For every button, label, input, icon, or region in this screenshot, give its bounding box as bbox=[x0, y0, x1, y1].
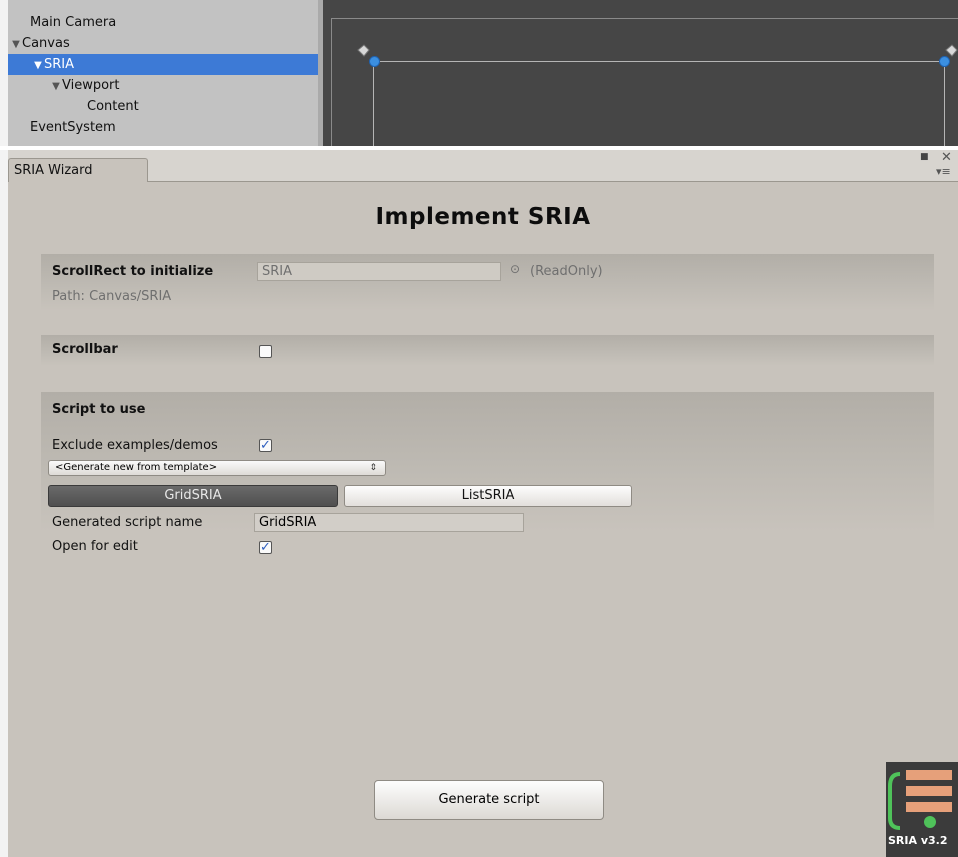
logo-icon bbox=[888, 770, 952, 830]
exclude-examples-checkbox[interactable]: ✓ bbox=[259, 439, 272, 452]
hierarchy-item-label: Viewport bbox=[62, 78, 120, 93]
anchor-icon[interactable] bbox=[357, 44, 371, 58]
open-edit-label: Open for edit bbox=[52, 539, 138, 554]
scrollbar-label: Scrollbar bbox=[52, 342, 118, 357]
path-text: Path: Canvas/SRIA bbox=[52, 289, 172, 304]
hierarchy-item-label: SRIA bbox=[44, 57, 75, 72]
close-icon[interactable]: ✕ bbox=[941, 150, 952, 165]
page-title: Implement SRIA bbox=[375, 204, 591, 230]
open-edit-checkbox[interactable]: ✓ bbox=[259, 541, 272, 554]
hierarchy-item-eventsystem[interactable]: EventSystem bbox=[8, 117, 318, 138]
script-section-title: Script to use bbox=[52, 402, 146, 417]
expand-arrow-icon[interactable]: ▼ bbox=[50, 76, 62, 97]
window-tab-bar bbox=[8, 150, 958, 182]
rect-outline-line bbox=[373, 61, 374, 146]
hierarchy-item-label: Content bbox=[87, 99, 139, 114]
scene-frame-line bbox=[331, 18, 958, 19]
hierarchy-item-main-camera[interactable]: Main Camera bbox=[8, 12, 318, 33]
hierarchy-item-label: EventSystem bbox=[30, 120, 116, 135]
script-name-input[interactable]: GridSRIA bbox=[254, 513, 524, 532]
scrollrect-label: ScrollRect to initialize bbox=[52, 264, 214, 279]
scene-view[interactable] bbox=[323, 0, 958, 146]
object-picker-icon[interactable]: ⊙ bbox=[510, 262, 520, 276]
logo-version-text: SRIA v3.2 bbox=[888, 834, 948, 847]
scene-frame-line bbox=[331, 18, 332, 146]
expand-arrow-icon[interactable]: ▼ bbox=[10, 34, 22, 55]
grid-sria-button[interactable]: GridSRIA bbox=[48, 485, 338, 507]
expand-arrow-icon[interactable]: ▼ bbox=[32, 55, 44, 76]
exclude-examples-label: Exclude examples/demos bbox=[52, 438, 218, 453]
hierarchy-panel: Main Camera ▼ Canvas ▼ SRIA ▼ Viewport Cont… bbox=[8, 0, 318, 146]
menu-icon[interactable]: ▾≡ bbox=[936, 165, 951, 178]
dropdown-arrow-icon: ⇕ bbox=[369, 463, 377, 473]
generate-script-button[interactable]: Generate script bbox=[374, 780, 604, 820]
dropdown-value: <Generate new from template> bbox=[55, 462, 218, 473]
hierarchy-item-sria[interactable]: ▼ SRIA bbox=[8, 54, 318, 75]
readonly-note: (ReadOnly) bbox=[530, 264, 603, 279]
rect-outline-line bbox=[944, 61, 945, 146]
hierarchy-item-viewport[interactable]: ▼ Viewport bbox=[8, 75, 318, 96]
scrollrect-field[interactable]: SRIA bbox=[257, 262, 501, 281]
scrollbar-section bbox=[41, 335, 934, 366]
hierarchy-item-label: Main Camera bbox=[30, 15, 117, 30]
maximize-icon[interactable]: ■ bbox=[920, 152, 929, 162]
rect-outline-line bbox=[373, 61, 945, 62]
tab-label: SRIA Wizard bbox=[14, 163, 93, 178]
script-name-label: Generated script name bbox=[52, 515, 203, 530]
anchor-icon[interactable] bbox=[945, 44, 958, 58]
hierarchy-item-label: Canvas bbox=[22, 36, 70, 51]
hierarchy-item-canvas[interactable]: ▼ Canvas bbox=[8, 33, 318, 54]
list-sria-button[interactable]: ListSRIA bbox=[344, 485, 632, 507]
hierarchy-item-content[interactable]: Content bbox=[8, 96, 318, 117]
template-dropdown[interactable]: <Generate new from template> ⇕ bbox=[48, 460, 386, 476]
scrollbar-checkbox[interactable] bbox=[259, 345, 272, 358]
